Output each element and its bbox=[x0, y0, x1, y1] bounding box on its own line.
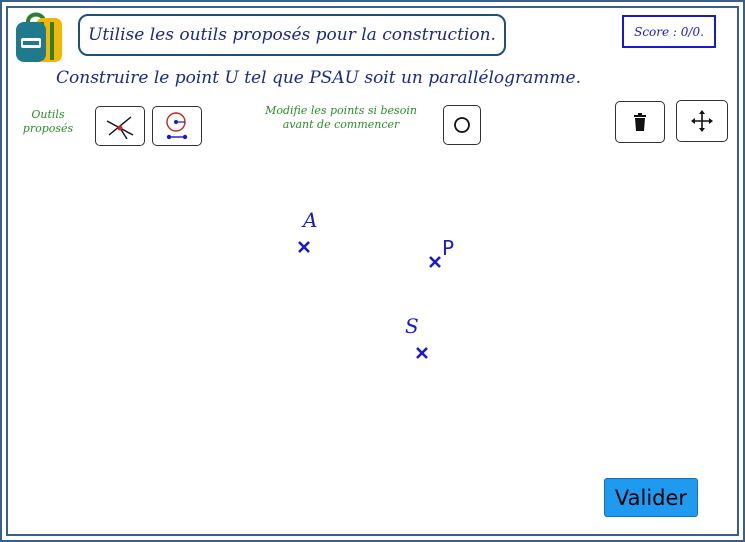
delete-button[interactable] bbox=[615, 101, 665, 143]
move-points-button[interactable] bbox=[443, 105, 481, 145]
compass-circle-tool-button[interactable] bbox=[152, 106, 202, 146]
point-s-marker[interactable] bbox=[414, 345, 430, 361]
modify-hint-line1: Modifie les points si besoin bbox=[265, 104, 417, 117]
backpack-icon bbox=[14, 10, 64, 64]
move-arrows-icon bbox=[691, 110, 713, 132]
circle-point-icon bbox=[454, 117, 470, 133]
point-s-label: S bbox=[405, 314, 419, 338]
score-box: Score : 0/0. bbox=[622, 15, 716, 48]
point-p-marker[interactable] bbox=[427, 254, 443, 270]
point-p-label: P bbox=[442, 236, 455, 260]
point-a-label: A bbox=[303, 208, 318, 232]
intersection-icon bbox=[106, 116, 134, 139]
task-statement: Construire le point U tel que PSAU soit … bbox=[56, 68, 582, 88]
modify-points-hint: Modifie les points si besoin avant de co… bbox=[248, 104, 434, 132]
compass-circle-icon bbox=[166, 112, 188, 140]
score-text: Score : 0/0. bbox=[634, 24, 704, 39]
instruction-banner: Utilise les outils proposés pour la cons… bbox=[78, 14, 506, 56]
instruction-text: Utilise les outils proposés pour la cons… bbox=[88, 25, 496, 45]
trash-icon bbox=[634, 113, 646, 131]
tools-label-line1: Outils bbox=[31, 108, 65, 121]
pan-button[interactable] bbox=[676, 100, 728, 142]
point-a-marker[interactable] bbox=[296, 239, 312, 255]
tools-label: Outils proposés bbox=[18, 108, 78, 136]
tools-label-line2: proposés bbox=[22, 122, 74, 135]
validate-button[interactable]: Valider bbox=[604, 478, 698, 517]
intersection-tool-button[interactable] bbox=[95, 106, 145, 146]
modify-hint-line2: avant de commencer bbox=[282, 118, 400, 131]
